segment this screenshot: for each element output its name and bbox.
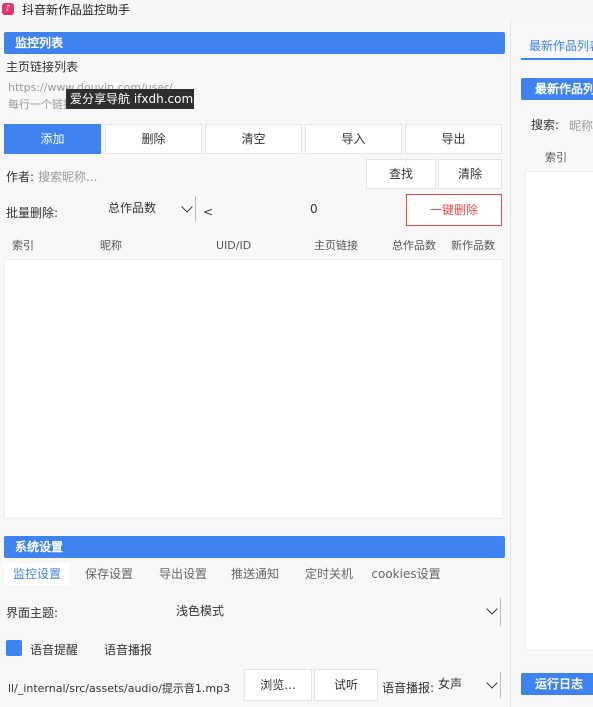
col-uid[interactable]: UID/ID	[216, 239, 251, 252]
import-button[interactable]: 导入	[305, 124, 402, 154]
latest-works-header: 最新作品列表	[521, 78, 593, 100]
theme-select[interactable]: 浅色模式	[168, 598, 501, 626]
right-panel: 最新作品列表 最新作品列表 搜索: 昵称 索引 运行日志	[510, 18, 593, 707]
audio-path-field[interactable]: ll/_internal/src/assets/audio/提示音1.mp3	[8, 680, 230, 696]
find-button[interactable]: 查找	[366, 159, 436, 189]
clear-search-button[interactable]: 清除	[438, 159, 502, 189]
voice-type-label: 语音播报:	[382, 681, 435, 695]
col-total-works[interactable]: 总作品数	[392, 237, 436, 253]
delete-button[interactable]: 删除	[105, 124, 202, 154]
clear-button[interactable]: 清空	[205, 124, 302, 154]
voice-alert-label: 语音提醒	[30, 643, 79, 657]
chevron-down-icon	[486, 603, 498, 615]
latest-works-table-body[interactable]	[525, 171, 593, 651]
batch-field-value: 总作品数	[108, 201, 157, 215]
chevron-down-icon	[181, 201, 193, 213]
batch-value-input[interactable]: 0	[304, 195, 404, 225]
theme-value: 浅色模式	[176, 604, 225, 618]
douyin-icon: ♪	[2, 3, 14, 15]
tab-monitor-settings[interactable]: 监控设置	[4, 563, 70, 585]
voice-type-value: 女声	[438, 677, 463, 691]
left-panel: 监控列表 主页链接列表 https://www.douyin.com/user/…	[0, 18, 510, 707]
tab-cookies-settings[interactable]: cookies设置	[366, 563, 446, 585]
author-label: 作者:	[6, 170, 35, 184]
monitor-table-header: 索引 昵称 UID/ID 主页链接 总作品数 新作品数	[4, 234, 503, 256]
preview-button[interactable]: 试听	[314, 669, 378, 701]
monitor-table-body[interactable]	[4, 259, 503, 519]
author-search-input[interactable]: 搜索昵称...	[38, 168, 97, 185]
batch-delete-label: 批量删除:	[6, 206, 59, 220]
voice-type-select[interactable]: 女声	[432, 672, 501, 698]
theme-label: 界面主题:	[6, 606, 59, 620]
browse-button[interactable]: 浏览...	[244, 669, 312, 701]
tab-save-settings[interactable]: 保存设置	[76, 563, 142, 585]
monitor-list-header: 监控列表	[4, 32, 505, 54]
voice-alert-checkbox[interactable]	[6, 640, 22, 656]
col-nickname[interactable]: 昵称	[100, 237, 122, 253]
right-search-label: 搜索:	[531, 118, 560, 132]
title-bar: ♪ 抖音新作品监控助手	[0, 0, 593, 18]
export-button[interactable]: 导出	[405, 124, 502, 154]
chevron-down-icon	[486, 677, 498, 689]
voice-broadcast-label[interactable]: 语音播报	[104, 641, 152, 658]
tab-latest-works[interactable]: 最新作品列表	[529, 37, 593, 54]
batch-operator: <	[203, 205, 214, 219]
batch-field-select[interactable]: 总作品数	[100, 196, 196, 222]
tab-push-notify[interactable]: 推送通知	[222, 563, 288, 585]
run-log-header: 运行日志	[521, 673, 593, 695]
window-title: 抖音新作品监控助手	[22, 2, 131, 17]
tab-timed-shutdown[interactable]: 定时关机	[296, 563, 362, 585]
active-tab-indicator	[521, 58, 593, 60]
batch-delete-button[interactable]: 一键删除	[406, 194, 502, 226]
right-search-input[interactable]: 昵称	[569, 117, 593, 134]
system-settings-header: 系统设置	[4, 536, 505, 558]
col-new-works[interactable]: 新作品数	[451, 237, 495, 253]
right-col-index[interactable]: 索引	[545, 149, 567, 165]
col-homepage[interactable]: 主页链接	[314, 237, 358, 253]
tab-export-settings[interactable]: 导出设置	[150, 563, 216, 585]
col-index[interactable]: 索引	[12, 237, 34, 253]
watermark-overlay: 爱分享导航 ifxdh.com	[66, 89, 194, 109]
add-button[interactable]: 添加	[4, 124, 101, 154]
url-list-label: 主页链接列表	[6, 60, 79, 74]
url-hint-line2: 每行一个链接	[8, 98, 74, 111]
